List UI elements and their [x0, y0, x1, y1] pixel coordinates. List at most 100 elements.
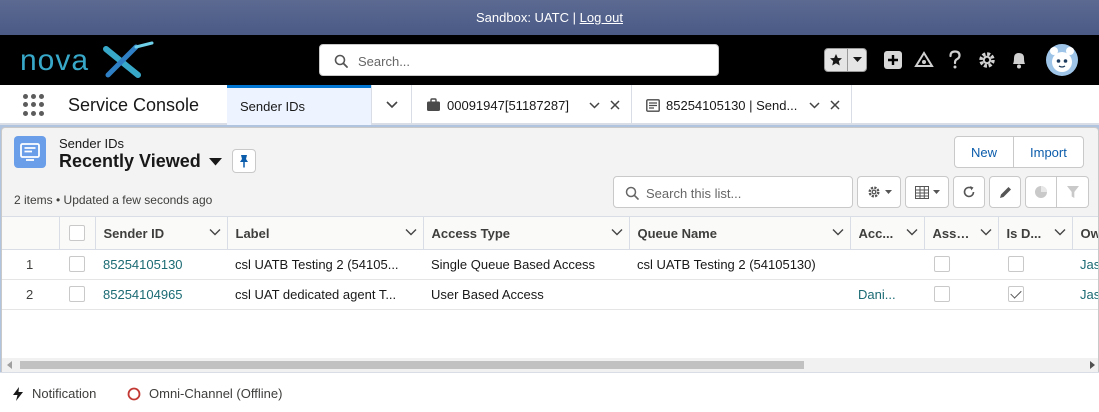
list-view-selector[interactable]: Recently Viewed [59, 151, 222, 172]
bell-icon[interactable] [1008, 35, 1030, 85]
label-cell: csl UAT dedicated agent T... [227, 279, 423, 310]
tab-sender-ids[interactable]: Sender IDs [227, 85, 371, 125]
filter-button[interactable] [1057, 176, 1089, 208]
scroll-left-icon[interactable] [6, 361, 14, 369]
chevron-down-icon[interactable] [586, 97, 602, 113]
column-header-owner[interactable]: Ow [1072, 217, 1098, 250]
sandbox-label: Sandbox: UATC | [476, 10, 576, 25]
help-icon[interactable] [944, 35, 966, 85]
column-header-queue-name[interactable]: Queue Name [629, 217, 851, 250]
assigned-checkbox [934, 286, 950, 303]
owner-link[interactable]: Jaso [1080, 287, 1098, 302]
acc-link[interactable]: Dani... [858, 287, 896, 302]
display-as-button[interactable] [905, 176, 949, 208]
star-icon[interactable] [825, 49, 849, 71]
record-icon [646, 98, 660, 112]
access-type-cell: Single Queue Based Access [423, 249, 629, 280]
gear-icon [867, 186, 880, 198]
chevron-down-icon[interactable] [405, 226, 417, 238]
list-view-name: Recently Viewed [59, 151, 201, 171]
gear-icon[interactable] [976, 35, 998, 85]
row-number-header [2, 217, 60, 250]
data-table: Sender ID Label Access Type Queue Name A… [2, 216, 1098, 358]
column-header-label[interactable]: Label [227, 217, 424, 250]
column-header-access-type[interactable]: Access Type [423, 217, 630, 250]
tab-label: 85254105130 | Send... [666, 97, 798, 113]
chevron-down-icon [208, 157, 222, 165]
app-name: Service Console [68, 95, 200, 115]
search-icon [334, 54, 348, 68]
app-nav-bar: Service Console Sender IDs 00091947[5118… [0, 85, 1099, 125]
notification-utility[interactable]: Notification [12, 386, 96, 401]
new-button[interactable]: New [954, 136, 1015, 168]
close-icon[interactable] [827, 97, 843, 113]
novax-logo[interactable]: nova [18, 41, 158, 79]
chevron-down-icon [932, 189, 940, 194]
tab-list-menu[interactable] [371, 85, 411, 125]
list-info: 2 items • Updated a few seconds ago [14, 193, 213, 207]
sender-id-link[interactable]: 85254105130 [103, 257, 183, 272]
close-icon[interactable] [607, 97, 623, 113]
chevron-down-icon[interactable] [806, 97, 822, 113]
chart-button[interactable] [1025, 176, 1057, 208]
row-checkbox[interactable] [69, 286, 85, 303]
chevron-down-icon[interactable] [980, 226, 992, 238]
workspace: Sender IDs Recently Viewed 2 items • Upd… [0, 125, 1099, 372]
column-header-is-default[interactable]: Is D... [998, 217, 1073, 250]
list-search[interactable] [613, 176, 853, 208]
chevron-down-icon[interactable] [906, 226, 918, 238]
omni-channel-utility[interactable]: Omni-Channel (Offline) [127, 386, 282, 401]
is-default-checkbox [1008, 286, 1024, 303]
chevron-down-icon[interactable] [832, 226, 844, 238]
row-number: 2 [2, 279, 59, 310]
avatar[interactable] [1044, 35, 1080, 85]
list-search-input[interactable] [646, 183, 846, 203]
table-row[interactable]: 1 85254105130 csl UATB Testing 2 (54105.… [2, 249, 1098, 280]
logout-link[interactable]: Log out [580, 10, 623, 25]
app-launcher-icon[interactable] [23, 94, 45, 116]
favorites-button[interactable] [824, 48, 867, 72]
row-checkbox[interactable] [69, 256, 85, 273]
edit-button[interactable] [989, 176, 1021, 208]
select-all-checkbox[interactable] [69, 225, 85, 242]
tab-sender-record[interactable]: 85254105130 | Send... [631, 85, 852, 125]
global-search[interactable] [319, 44, 719, 76]
chevron-down-icon[interactable] [209, 226, 221, 238]
tab-case[interactable]: 00091947[51187287] [411, 85, 631, 125]
scrollbar-thumb[interactable] [20, 361, 804, 369]
pie-chart-icon [1035, 186, 1047, 198]
column-header-sender-id[interactable]: Sender ID [95, 217, 228, 250]
sender-id-link[interactable]: 85254104965 [103, 287, 183, 302]
search-icon [625, 186, 639, 200]
table-header-row: Sender ID Label Access Type Queue Name A… [2, 217, 1098, 250]
access-type-cell: User Based Access [423, 279, 629, 310]
object-label: Sender IDs [59, 136, 125, 151]
column-header-assigned[interactable]: Assi... [924, 217, 999, 250]
plus-icon[interactable] [881, 35, 905, 85]
list-settings-button[interactable] [857, 176, 901, 208]
trailhead-icon[interactable] [912, 35, 936, 85]
horizontal-scrollbar[interactable] [2, 358, 1098, 372]
column-header-acc[interactable]: Acc... [850, 217, 925, 250]
queue-name-cell: csl UATB Testing 2 (54105130) [629, 249, 850, 280]
select-all-header [59, 217, 96, 250]
pin-icon[interactable] [232, 149, 256, 173]
global-search-input[interactable] [358, 51, 698, 71]
chevron-down-icon [884, 189, 892, 194]
chevron-down-icon[interactable] [611, 226, 623, 238]
list-view-card: Sender IDs Recently Viewed 2 items • Upd… [1, 127, 1099, 372]
import-button[interactable]: Import [1014, 136, 1084, 168]
list-actions: New Import [954, 136, 1084, 168]
chart-filter-group [1025, 176, 1089, 208]
chevron-down-icon[interactable] [1054, 226, 1066, 238]
scroll-right-icon[interactable] [1088, 361, 1096, 369]
owner-link[interactable]: Jaso [1080, 257, 1098, 272]
utility-bar: Notification Omni-Channel (Offline) [0, 372, 1099, 412]
tab-label: Sender IDs [240, 99, 306, 114]
refresh-button[interactable] [953, 176, 985, 208]
table-row[interactable]: 2 85254104965 csl UAT dedicated agent T.… [2, 279, 1098, 310]
chevron-down-icon [385, 101, 398, 109]
chevron-down-icon[interactable] [848, 49, 866, 71]
lightning-icon [13, 386, 23, 401]
table-icon [914, 185, 929, 199]
